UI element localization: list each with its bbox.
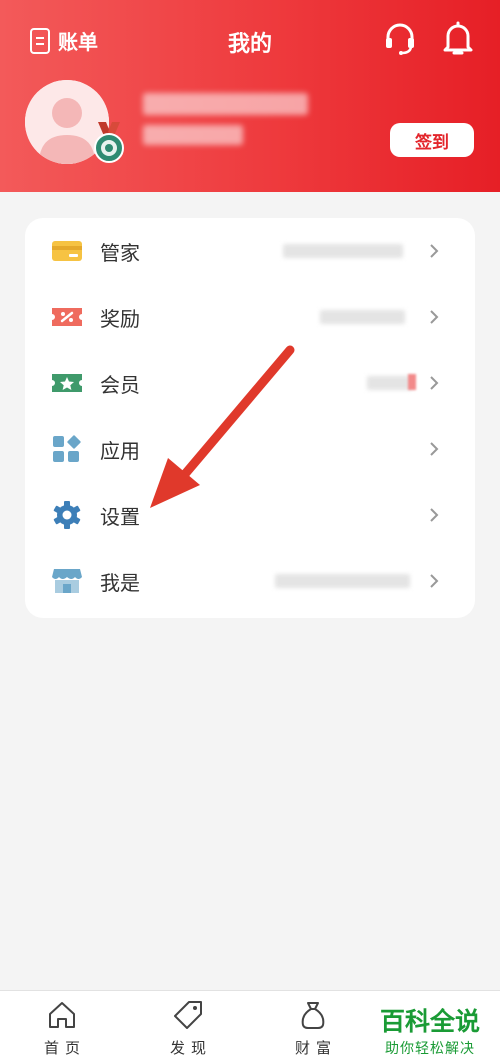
profile-header: 账单 我的 签到 — [0, 0, 500, 192]
menu-item-settings[interactable]: 设置 — [25, 482, 475, 548]
bell-icon[interactable] — [442, 20, 474, 56]
tab-home[interactable]: 首页 — [22, 991, 102, 1064]
member-ticket-icon — [52, 374, 82, 392]
top-bar: 账单 我的 — [0, 0, 500, 80]
menu-item-label: 奖励 — [100, 307, 140, 331]
menu-item-apps[interactable]: 应用 — [25, 416, 475, 482]
watermark-title: 百科全说 — [379, 1007, 480, 1036]
chevron-right-icon — [430, 574, 439, 588]
chevron-right-icon — [430, 310, 439, 324]
chevron-right-icon — [430, 442, 439, 456]
menu-item-about[interactable]: 我是 — [25, 548, 475, 614]
account-info-redacted — [143, 125, 243, 145]
customer-service-icon[interactable] — [383, 22, 417, 56]
watermark-logo: 百科全说 助你轻松解决 — [365, 1002, 495, 1058]
sign-in-button[interactable]: 签到 — [390, 123, 474, 157]
menu-item-label: 会员 — [100, 373, 140, 397]
tab-wealth[interactable]: 财富 — [273, 991, 353, 1064]
apps-grid-icon — [53, 435, 81, 462]
menu-item-label: 管家 — [100, 241, 140, 265]
card-icon — [52, 241, 82, 261]
username-redacted — [143, 93, 308, 115]
store-icon — [52, 569, 82, 593]
medal-badge-icon — [94, 122, 124, 163]
money-bag-icon — [301, 1002, 325, 1029]
menu-item-value-redacted — [283, 244, 403, 258]
menu-item-membership[interactable]: 会员 — [25, 350, 475, 416]
tab-discover[interactable]: 发现 — [148, 991, 228, 1064]
coupon-icon — [52, 308, 82, 326]
tab-label: 财富 — [294, 1039, 337, 1057]
home-icon — [49, 1002, 75, 1028]
chevron-right-icon — [430, 508, 439, 522]
menu-item-label: 设置 — [100, 505, 140, 529]
menu-item-rewards[interactable]: 奖励 — [25, 284, 475, 350]
menu-item-label: 应用 — [100, 439, 140, 463]
menu-item-value-redacted — [275, 574, 410, 588]
menu-card: 管家 奖励 会员 应用 设置 我是 — [25, 218, 475, 618]
tag-icon — [174, 1001, 202, 1029]
menu-item-label: 我是 — [100, 571, 140, 595]
menu-item-steward[interactable]: 管家 — [25, 218, 475, 284]
tab-label: 首页 — [43, 1039, 86, 1057]
menu-item-value-redacted — [320, 310, 405, 324]
chevron-right-icon — [430, 244, 439, 258]
gear-icon — [53, 501, 81, 529]
page-title: 我的 — [227, 32, 272, 57]
menu-item-value-redacted — [367, 376, 412, 390]
watermark-subtitle: 助你轻松解决 — [385, 1041, 475, 1057]
chevron-right-icon — [430, 376, 439, 390]
tab-label: 发现 — [169, 1039, 212, 1057]
new-indicator-redacted — [408, 374, 416, 390]
